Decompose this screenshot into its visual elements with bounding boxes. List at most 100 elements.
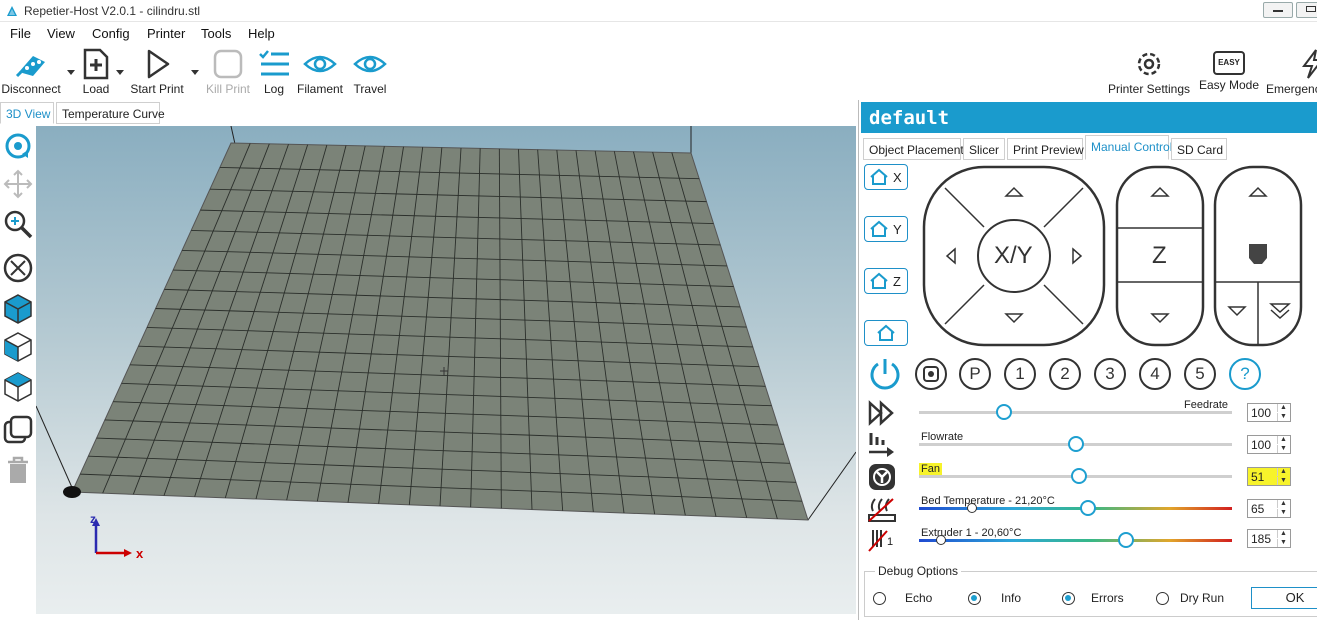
- errors-radio[interactable]: [1062, 592, 1075, 605]
- preset-3-button[interactable]: 3: [1094, 358, 1126, 390]
- feedrate-down[interactable]: ▼: [1277, 413, 1289, 421]
- fan-up[interactable]: ▲: [1277, 468, 1289, 476]
- plug-icon: [15, 56, 45, 78]
- rotate-icon[interactable]: [2, 130, 34, 162]
- window-title: Repetier-Host V2.0.1 - cilindru.stl: [24, 4, 201, 18]
- bed-temperature-track[interactable]: [919, 507, 1232, 510]
- top-view-icon[interactable]: [2, 370, 34, 402]
- lightning-icon: [1302, 49, 1317, 79]
- fan-slider-knob[interactable]: [1070, 468, 1087, 484]
- menu-config[interactable]: Config: [92, 26, 130, 41]
- menu-file[interactable]: File: [10, 26, 31, 41]
- log-button[interactable]: Log: [256, 48, 292, 98]
- front-view-icon[interactable]: [2, 330, 34, 362]
- fan-down[interactable]: ▼: [1277, 477, 1289, 485]
- kill-print-label: Kill Print: [205, 82, 250, 96]
- extruder-up[interactable]: ▲: [1277, 530, 1289, 538]
- easy-mode-button[interactable]: EASY Easy Mode: [1198, 48, 1260, 98]
- tab-manual-control[interactable]: Manual Control: [1085, 135, 1172, 160]
- iso-view-icon[interactable]: [2, 292, 34, 324]
- home-y-button[interactable]: Y: [864, 216, 908, 242]
- bed-temperature-input[interactable]: 65 ▲ ▼: [1247, 499, 1291, 518]
- bed-temperature-down[interactable]: ▼: [1277, 509, 1289, 517]
- minimize-button[interactable]: [1263, 2, 1293, 18]
- list-icon: [259, 50, 289, 76]
- disconnect-dropdown-icon[interactable]: [67, 70, 75, 75]
- fit-view-icon[interactable]: [2, 252, 34, 284]
- profile-bar: default: [861, 102, 1317, 133]
- preset-2-button[interactable]: 2: [1049, 358, 1081, 390]
- home-z-button[interactable]: Z: [864, 268, 908, 294]
- fan-value: 51: [1251, 470, 1265, 484]
- tab-temperature-curve[interactable]: Temperature Curve: [56, 102, 165, 124]
- home-all-button[interactable]: [864, 320, 908, 346]
- flowrate-input[interactable]: 100 ▲ ▼: [1247, 435, 1291, 454]
- park-button[interactable]: P: [959, 358, 991, 390]
- easy-mode-icon: EASY: [1213, 51, 1245, 75]
- extruder-slider-knob[interactable]: [1117, 532, 1134, 548]
- preset-1-button[interactable]: 1: [1004, 358, 1036, 390]
- filament-button[interactable]: Filament: [295, 48, 345, 98]
- echo-radio[interactable]: [873, 592, 886, 605]
- motor-icon: [923, 366, 939, 382]
- travel-button[interactable]: Travel: [350, 48, 390, 98]
- tab-print-preview[interactable]: Print Preview: [1007, 138, 1084, 160]
- load-button[interactable]: Load: [78, 48, 114, 98]
- bed-temperature-slider-knob[interactable]: [1080, 500, 1097, 516]
- maximize-button[interactable]: [1296, 2, 1317, 18]
- ok-button[interactable]: OK: [1251, 587, 1317, 609]
- 3d-viewport[interactable]: z x: [36, 126, 856, 614]
- flowrate-slider-knob[interactable]: [1067, 436, 1084, 452]
- repetier-logo-icon: [7, 6, 17, 16]
- trash-icon[interactable]: [2, 454, 34, 486]
- extruder-track[interactable]: [919, 539, 1232, 542]
- menu-view[interactable]: View: [47, 26, 75, 41]
- menu-tools[interactable]: Tools: [201, 26, 231, 41]
- load-dropdown-icon[interactable]: [116, 70, 124, 75]
- extruder-down[interactable]: ▼: [1277, 539, 1289, 547]
- eye-icon: [303, 55, 337, 73]
- flowrate-up[interactable]: ▲: [1277, 436, 1289, 444]
- printer-settings-button[interactable]: Printer Settings: [1107, 48, 1191, 98]
- jog-xy-label[interactable]: X/Y: [994, 242, 1033, 270]
- feedrate-slider-knob[interactable]: [995, 404, 1012, 420]
- preset-5-button[interactable]: 5: [1184, 358, 1216, 390]
- bed-temperature-up[interactable]: ▲: [1277, 500, 1289, 508]
- info-radio[interactable]: [968, 592, 981, 605]
- flowrate-down[interactable]: ▼: [1277, 445, 1289, 453]
- feedrate-input[interactable]: 100 ▲ ▼: [1247, 403, 1291, 422]
- flowrate-row: Flowrate 100 ▲ ▼: [859, 429, 1317, 461]
- home-x-button[interactable]: X: [864, 164, 908, 190]
- help-button[interactable]: ?: [1229, 358, 1261, 390]
- power-icon[interactable]: [868, 357, 902, 391]
- play-icon: [147, 49, 170, 79]
- tab-slicer[interactable]: Slicer: [963, 138, 1005, 160]
- start-print-dropdown-icon[interactable]: [191, 70, 199, 75]
- errors-label: Errors: [1091, 591, 1124, 605]
- jog-z-label[interactable]: Z: [1152, 242, 1167, 270]
- zoom-icon[interactable]: [2, 208, 34, 240]
- tab-sd-card[interactable]: SD Card: [1171, 138, 1227, 160]
- fast-forward-icon: [868, 400, 894, 426]
- copy-objects-icon[interactable]: [2, 414, 34, 446]
- disconnect-button[interactable]: Disconnect: [0, 48, 62, 98]
- preset-4-button[interactable]: 4: [1139, 358, 1171, 390]
- emergency-stop-button[interactable]: Emergenc: [1266, 48, 1317, 98]
- motors-off-button[interactable]: [915, 358, 947, 390]
- heated-bed-icon: [868, 498, 896, 522]
- feedrate-track[interactable]: [919, 411, 1232, 414]
- menu-printer[interactable]: Printer: [147, 26, 185, 41]
- feedrate-label: Feedrate: [1184, 399, 1229, 411]
- start-print-button[interactable]: Start Print: [128, 48, 186, 98]
- tab-3d-view[interactable]: 3D View: [0, 102, 54, 124]
- feedrate-up[interactable]: ▲: [1277, 404, 1289, 412]
- move-icon[interactable]: [2, 168, 34, 200]
- fan-input[interactable]: 51 ▲ ▼: [1247, 467, 1291, 486]
- menu-help[interactable]: Help: [248, 26, 275, 41]
- dry-run-radio[interactable]: [1156, 592, 1169, 605]
- tab-object-placement[interactable]: Object Placement: [863, 138, 964, 160]
- travel-label: Travel: [353, 82, 387, 96]
- fan-label: Fan: [919, 463, 942, 475]
- extruder-input[interactable]: 185 ▲ ▼: [1247, 529, 1291, 548]
- kill-print-button: Kill Print: [203, 48, 253, 98]
